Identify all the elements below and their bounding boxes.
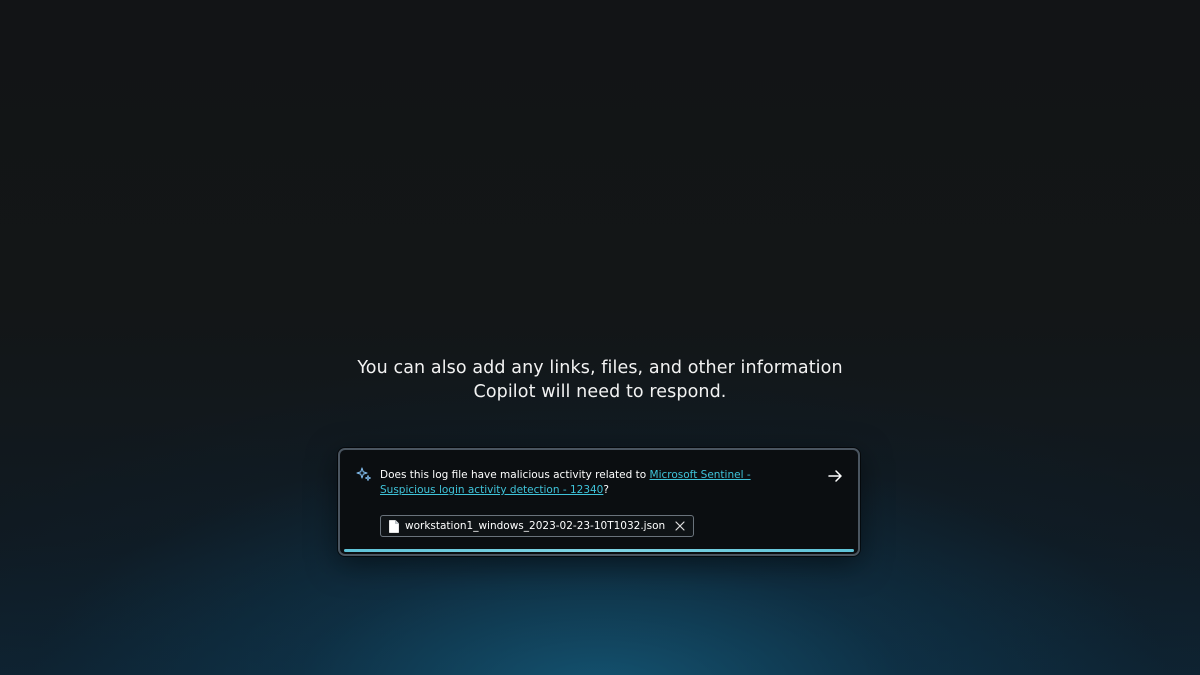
attachment-chip[interactable]: workstation1_windows_2023-02-23-10T1032.… (380, 515, 695, 537)
copilot-sparkle-icon (356, 467, 371, 481)
instruction-text: You can also add any links, files, and o… (300, 356, 900, 404)
prompt-input-box[interactable]: Does this log file have malicious activi… (338, 448, 860, 556)
prompt-text-before-link: Does this log file have malicious activi… (380, 469, 650, 481)
close-icon[interactable] (675, 521, 685, 531)
copilot-screen: You can also add any links, files, and o… (0, 0, 1200, 675)
instruction-line-2: Copilot will need to respond. (473, 382, 727, 402)
prompt-text[interactable]: Does this log file have malicious activi… (380, 468, 800, 498)
input-focus-bar (344, 549, 854, 552)
arrow-right-icon[interactable] (826, 467, 844, 485)
prompt-text-after-link: ? (603, 484, 609, 496)
instruction-line-1: You can also add any links, files, and o… (357, 358, 843, 378)
attachment-file-name: workstation1_windows_2023-02-23-10T1032.… (405, 520, 666, 532)
document-icon (389, 519, 399, 533)
